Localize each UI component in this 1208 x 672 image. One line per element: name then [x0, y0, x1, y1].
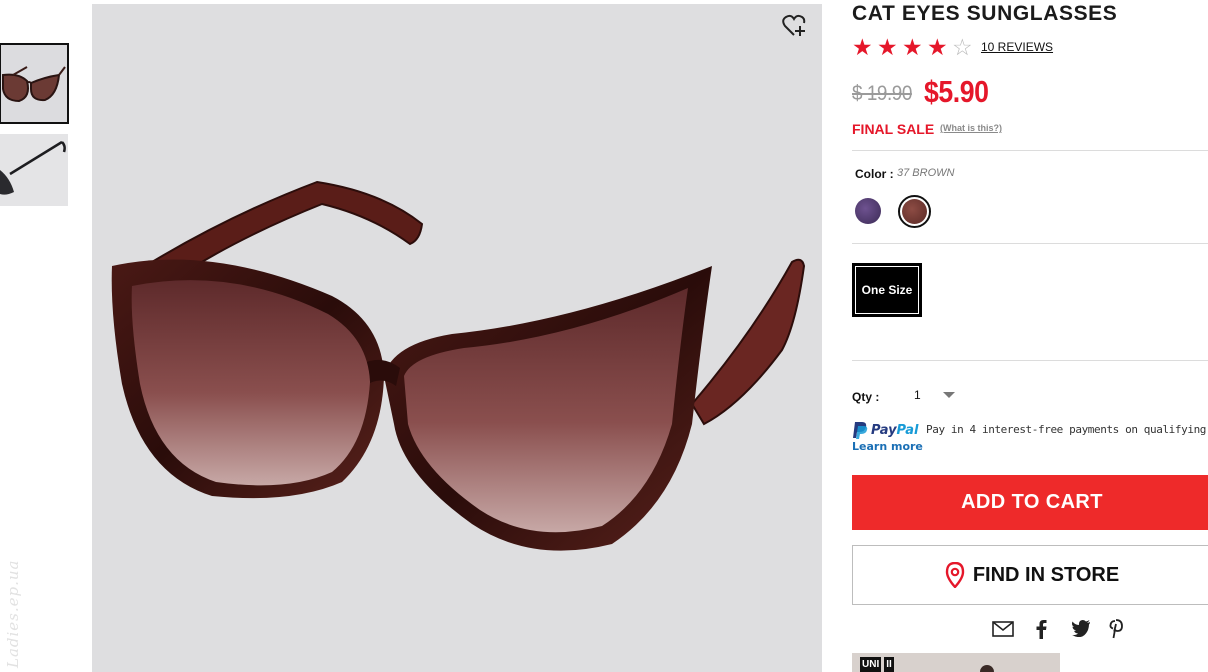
thumbnail-front[interactable]: [0, 43, 69, 124]
find-in-store-label: FIND IN STORE: [972, 563, 1120, 586]
chevron-down-icon: [943, 392, 955, 398]
star-filled-icon: ★: [852, 35, 873, 61]
divider: [852, 243, 1208, 244]
divider: [852, 360, 1208, 361]
paypal-pal-text: Pal: [896, 422, 919, 438]
banner-image: [980, 665, 994, 672]
thumbnail-side[interactable]: [0, 134, 68, 206]
paypal-logo: PayPal: [852, 420, 918, 440]
rating-stars: ★ ★ ★ ★ ☆: [852, 35, 977, 61]
star-filled-icon: ★: [902, 35, 923, 61]
location-pin-icon: [945, 562, 965, 588]
twitter-icon[interactable]: [1071, 619, 1091, 639]
product-title: CAT EYES SUNGLASSES: [852, 2, 1118, 25]
reviews-link[interactable]: 10 REVIEWS: [981, 40, 1053, 54]
sunglasses-side-thumb-image: [0, 140, 66, 195]
sunglasses-image: [111, 180, 806, 551]
promo-banner[interactable]: UNI II: [852, 653, 1060, 672]
brand-logo: UNI II: [860, 657, 894, 672]
main-product-image[interactable]: [92, 4, 822, 672]
watermark: Ladies.ep.ua: [4, 559, 22, 669]
star-filled-icon: ★: [877, 35, 898, 61]
color-value: 37 BROWN: [897, 167, 955, 179]
quantity-label: Qty :: [852, 390, 880, 404]
quantity-select[interactable]: 1: [904, 384, 964, 406]
sunglasses-thumb-image: [2, 66, 66, 103]
add-to-wishlist-icon[interactable]: [782, 14, 808, 38]
final-sale-label: FINAL SALE: [852, 121, 935, 137]
paypal-icon: [853, 421, 868, 439]
product-info: CAT EYES SUNGLASSES ★ ★ ★ ★ ☆ 10 REVIEWS…: [852, 0, 1208, 672]
what-is-this-link[interactable]: (What is this?): [940, 123, 1002, 133]
paypal-message: Pay in 4 interest-free payments on quali…: [926, 423, 1208, 436]
brand-logo-part: II: [884, 657, 894, 672]
color-label: Color :: [855, 167, 894, 181]
star-empty-icon: ☆: [952, 35, 973, 61]
product-page: Ladies.ep.ua CAT EYES SUNGLASSES ★ ★ ★ ★…: [0, 0, 1208, 672]
find-in-store-button[interactable]: FIND IN STORE: [852, 545, 1208, 605]
color-swatch-purple[interactable]: [855, 198, 881, 224]
facebook-icon[interactable]: [1035, 619, 1047, 639]
paypal-pay-text: Pay: [871, 422, 897, 438]
pinterest-icon[interactable]: [1109, 619, 1123, 639]
add-to-cart-button[interactable]: ADD TO CART: [852, 475, 1208, 530]
paypal-learn-more-link[interactable]: Learn more: [852, 440, 923, 453]
sale-price: $5.90: [924, 74, 989, 109]
email-icon[interactable]: [992, 621, 1014, 641]
size-option-one-size[interactable]: One Size: [852, 263, 922, 317]
brand-logo-part: UNI: [860, 657, 882, 672]
star-filled-icon: ★: [927, 35, 948, 61]
quantity-value: 1: [914, 388, 921, 402]
divider: [852, 150, 1208, 151]
original-price: $ 19.90: [852, 82, 912, 105]
color-swatch-brown[interactable]: [898, 195, 931, 228]
